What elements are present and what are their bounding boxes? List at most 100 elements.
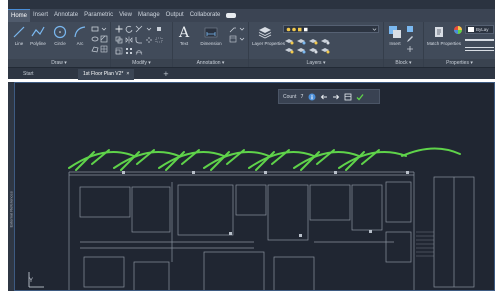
stretch-icon[interactable]	[155, 36, 163, 44]
layer-dropdown[interactable]	[283, 25, 379, 33]
layer-properties-button[interactable]: Layer Properties	[252, 25, 285, 46]
info-icon[interactable]	[308, 93, 316, 101]
panel-draw: Line Polyline Circle Arc Draw ▾	[8, 22, 111, 67]
rectangle-icon[interactable]	[91, 25, 99, 33]
tab-collaborate[interactable]: Collaborate	[187, 9, 224, 22]
insert-label: Insert	[389, 41, 401, 46]
ribbon: Line Polyline Circle Arc Draw ▾ Modify ▾…	[8, 22, 495, 67]
table-icon[interactable]	[100, 45, 108, 53]
file-tab-bar: Start 1st Floor Plan V2* × +	[8, 67, 495, 80]
lineweight-line-2	[465, 50, 494, 51]
annotation-table-icon[interactable]	[229, 35, 237, 43]
move-icon[interactable]	[115, 25, 123, 33]
circle-label: Circle	[54, 41, 66, 46]
linetype-dropdown[interactable]	[465, 37, 494, 43]
insert-count-table-icon[interactable]	[344, 93, 352, 101]
color-wheel-icon[interactable]	[453, 25, 463, 35]
fillet-icon[interactable]	[135, 36, 143, 44]
polyline-label: Polyline	[30, 41, 46, 46]
ellipse-icon[interactable]	[91, 35, 99, 43]
insert-button[interactable]: Insert	[386, 25, 404, 46]
layers-panel-title[interactable]: Layers ▾	[249, 59, 383, 67]
trim-icon[interactable]	[135, 25, 143, 33]
block-panel-title[interactable]: Block ▾	[384, 59, 423, 67]
explode-icon[interactable]	[145, 36, 153, 44]
tab-manage[interactable]: Manage	[135, 9, 163, 22]
create-block-icon[interactable]	[406, 25, 414, 33]
block-small-tools	[406, 25, 414, 54]
scale-icon[interactable]	[115, 47, 123, 55]
counted-blocks[interactable]	[68, 147, 461, 171]
new-tab-button[interactable]: +	[163, 69, 169, 79]
hatch-icon[interactable]	[100, 35, 108, 43]
color-swatch	[468, 27, 474, 32]
checkmark-icon[interactable]	[356, 93, 364, 101]
edit-block-icon[interactable]	[406, 35, 414, 43]
annotation-small-tools	[229, 25, 246, 44]
tab-annotate[interactable]: Annotate	[51, 9, 81, 22]
draw-small-tools	[91, 25, 108, 54]
text-label: Text	[179, 41, 189, 46]
tab-parametric[interactable]: Parametric	[81, 9, 116, 22]
title-strip	[8, 0, 495, 9]
file-tab-label: 1st Floor Plan V2*	[83, 71, 124, 77]
copy-icon[interactable]	[115, 36, 123, 44]
match-properties-button[interactable]: Match Properties	[427, 25, 462, 46]
chevron-down-icon[interactable]	[238, 35, 246, 43]
previous-arrow-icon[interactable]	[320, 93, 328, 101]
modify-panel-title[interactable]: Modify ▾	[111, 59, 172, 67]
line-icon	[13, 26, 25, 38]
color-value: ByLay	[476, 27, 489, 32]
modify-tools	[115, 25, 164, 57]
lineweight-dropdown[interactable]	[465, 46, 494, 52]
leader-icon[interactable]	[229, 25, 237, 33]
line-button[interactable]: Line	[10, 25, 28, 46]
region-icon[interactable]	[91, 45, 99, 53]
match-properties-label: Match Properties	[427, 41, 462, 46]
mirror-icon[interactable]	[125, 36, 133, 44]
next-arrow-icon[interactable]	[332, 93, 340, 101]
count-label: Count	[283, 93, 297, 100]
chevron-down-icon[interactable]	[100, 25, 108, 33]
tab-home[interactable]: Home	[8, 9, 31, 22]
ribbon-tab-bar: Home Insert Annotate Parametric View Man…	[8, 9, 495, 22]
polyline-button[interactable]: Polyline	[29, 25, 47, 46]
close-icon[interactable]: ×	[126, 71, 129, 77]
dimension-label: Dimension	[200, 41, 222, 46]
arc-button[interactable]: Arc	[71, 25, 89, 46]
file-tab-start[interactable]: Start	[18, 69, 39, 80]
text-icon: A	[178, 25, 190, 39]
arc-label: Arc	[76, 41, 84, 46]
chevron-down-icon	[372, 28, 377, 31]
chevron-down-icon[interactable]	[145, 25, 153, 33]
annotation-panel-title[interactable]: Annotation ▾	[173, 59, 248, 67]
properties-panel-title[interactable]: Properties ▾	[424, 59, 495, 67]
color-dropdown[interactable]: ByLay	[465, 25, 494, 34]
ucs-y-label: Y	[29, 278, 34, 284]
offset-icon[interactable]	[135, 47, 143, 55]
draw-panel-title[interactable]: Draw ▾	[8, 59, 110, 67]
layer-tools-icons[interactable]	[283, 36, 379, 56]
file-tab-floor-plan[interactable]: 1st Floor Plan V2* ×	[78, 69, 135, 80]
tab-output[interactable]: Output	[163, 9, 187, 22]
tab-insert[interactable]: Insert	[30, 9, 51, 22]
erase-icon[interactable]	[155, 25, 163, 33]
panel-properties: Match Properties ByLay Properties ▾	[424, 22, 495, 67]
ribbon-options-button[interactable]	[226, 13, 237, 18]
dimension-icon	[204, 27, 218, 38]
array-icon[interactable]	[125, 47, 133, 55]
lineweight-line-1	[465, 47, 494, 48]
circle-button[interactable]: Circle	[51, 25, 69, 46]
plan-walls	[68, 171, 475, 291]
text-button[interactable]: A Text	[175, 25, 193, 46]
dimension-button[interactable]: Dimension	[197, 25, 225, 46]
count-toolbar: Count 7	[278, 89, 380, 104]
panel-modify: Modify ▾	[111, 22, 173, 67]
tab-view[interactable]: View	[116, 9, 135, 22]
plan-columns	[122, 171, 409, 237]
block-attributes-icon[interactable]	[406, 45, 414, 53]
layer-state-icons	[286, 27, 308, 32]
line-label: Line	[14, 41, 24, 46]
chevron-down-icon[interactable]	[238, 25, 246, 33]
rotate-icon[interactable]	[125, 25, 133, 33]
